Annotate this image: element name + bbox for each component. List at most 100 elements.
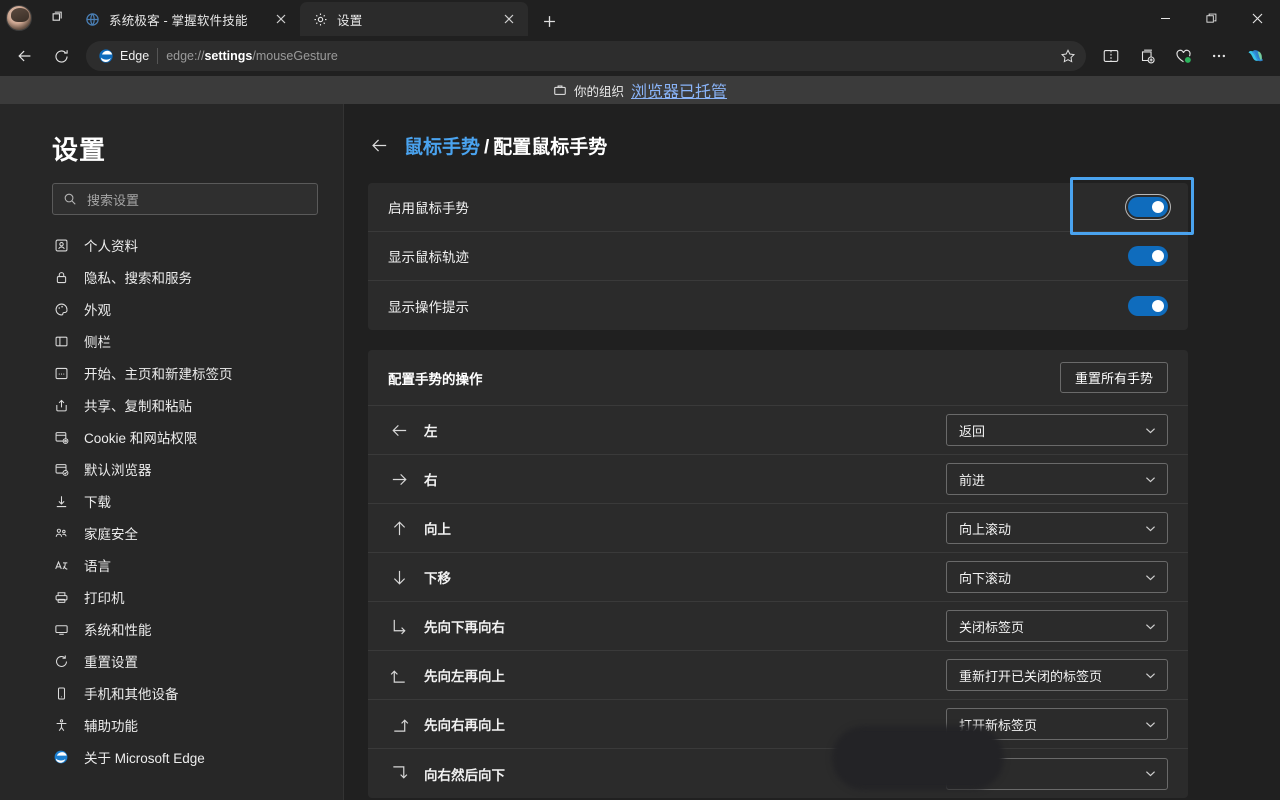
browser-essentials-icon[interactable] <box>1166 40 1200 72</box>
tab-strip: 系统极客 - 掌握软件技能 设置 <box>72 0 1142 36</box>
page-title: 设置 <box>52 135 107 165</box>
selected-action: 前进 <box>959 472 986 488</box>
sidebar-item-privacy[interactable]: 隐私、搜索和服务 <box>0 261 344 293</box>
gesture-action-select-up[interactable]: 向上滚动 <box>946 512 1168 544</box>
reset-all-gestures-button[interactable]: 重置所有手势 <box>1059 362 1168 393</box>
more-options-icon[interactable] <box>1202 40 1236 72</box>
sidebar-item-phone-other-devices[interactable]: 手机和其他设备 <box>0 677 344 709</box>
chevron-down-icon <box>1144 424 1157 437</box>
sidebar-item-default-browser[interactable]: 默认浏览器 <box>0 453 344 485</box>
language-icon <box>52 556 70 574</box>
sidebar-item-start-home-newtab[interactable]: 开始、主页和新建标签页 <box>0 357 344 389</box>
browser-tab-2[interactable]: 设置 <box>300 2 528 36</box>
profile-icon <box>52 236 70 254</box>
gesture-action-select-right[interactable]: 前进 <box>946 463 1168 495</box>
sidebar-item-label: 下载 <box>84 495 111 510</box>
sidebar-item-languages[interactable]: 语言 <box>0 549 344 581</box>
restore-button[interactable] <box>1188 0 1234 36</box>
show-mouse-trail-toggle[interactable] <box>1128 246 1168 266</box>
enable-mouse-gesture-toggle[interactable] <box>1128 197 1168 217</box>
enterprise-banner-link[interactable]: 浏览器已托管 <box>631 78 727 102</box>
sidebar-item-sidebar[interactable]: 侧栏 <box>0 325 344 357</box>
gesture-action-select-left[interactable]: 返回 <box>946 414 1168 446</box>
sidebar-item-cookies[interactable]: Cookie 和网站权限 <box>0 421 344 453</box>
selected-action: 关闭标签页 <box>959 619 1025 635</box>
copilot-icon[interactable] <box>1238 41 1272 71</box>
collections-icon[interactable] <box>1130 40 1164 72</box>
palette-icon <box>52 300 70 318</box>
toggle-row-enable-mouse-gesture[interactable]: 启用鼠标手势 <box>368 177 1194 235</box>
sidebar-item-label: 打印机 <box>84 591 125 606</box>
refresh-icon[interactable] <box>44 40 78 72</box>
back-arrow-icon[interactable] <box>368 135 390 157</box>
sidebar-item-label: 默认浏览器 <box>84 463 152 478</box>
family-icon <box>52 524 70 542</box>
url-path-bold: settings <box>204 49 253 63</box>
sidebar-item-label: 共享、复制和粘贴 <box>84 399 192 414</box>
selected-action: 返回 <box>959 423 986 439</box>
search-input[interactable]: 搜索设置 <box>52 183 318 215</box>
share-icon <box>52 396 70 414</box>
avatar[interactable] <box>6 5 32 31</box>
sidebar-item-label: 隐私、搜索和服务 <box>84 271 192 286</box>
star-icon[interactable] <box>1054 43 1082 69</box>
minimize-button[interactable] <box>1142 0 1188 36</box>
breadcrumb-separator: / <box>484 137 490 158</box>
gesture-row-left: 左 返回 <box>368 406 1188 455</box>
sidebar-item-family-safety[interactable]: 家庭安全 <box>0 517 344 549</box>
sidebar-icon <box>52 332 70 350</box>
mouse-gesture-toggles-card: 启用鼠标手势 显示鼠标轨迹 显示操作提示 <box>368 177 1194 330</box>
edge-brand-badge: Edge <box>96 48 149 64</box>
edge-icon <box>52 748 70 766</box>
printer-icon <box>52 588 70 606</box>
gear-favicon <box>312 11 329 28</box>
sidebar-item-appearance[interactable]: 外观 <box>0 293 344 325</box>
tab-actions-icon[interactable] <box>40 3 72 33</box>
arrow-down-icon <box>388 566 410 588</box>
close-icon[interactable] <box>270 8 292 30</box>
back-arrow-icon[interactable] <box>8 40 42 72</box>
gesture-row-right-then-down: 向右然后向下 刷新 <box>368 749 1188 798</box>
system-icon <box>52 620 70 638</box>
tab-title: 设置 <box>337 13 363 28</box>
sidebar-item-share-copy-paste[interactable]: 共享、复制和粘贴 <box>0 389 344 421</box>
gesture-card-header: 配置手势的操作 重置所有手势 <box>368 350 1188 406</box>
gesture-label: 左 <box>424 424 438 439</box>
settings-main: 鼠标手势 / 配置鼠标手势 启用鼠标手势 显示鼠标轨迹 显示操作提示 配置手势的… <box>344 104 1280 800</box>
sidebar-item-label: 侧栏 <box>84 335 111 350</box>
phone-icon <box>52 684 70 702</box>
chevron-down-icon <box>1144 620 1157 633</box>
toggle-row-show-mouse-trail[interactable]: 显示鼠标轨迹 <box>368 232 1188 281</box>
sidebar-item-label: 外观 <box>84 303 111 318</box>
breadcrumb: 鼠标手势 / 配置鼠标手势 <box>368 132 1248 159</box>
gesture-action-select-down-then-right[interactable]: 关闭标签页 <box>946 610 1168 642</box>
url-tail: /mouseGesture <box>252 49 338 63</box>
gesture-action-select-down[interactable]: 向下滚动 <box>946 561 1168 593</box>
title-bar: 系统极客 - 掌握软件技能 设置 <box>0 0 1280 36</box>
sidebar-item-about-edge[interactable]: 关于 Microsoft Edge <box>0 741 344 773</box>
sidebar-nav: 个人资料 隐私、搜索和服务 外观 侧栏 开始、主页和新建标签页 共享、复制和粘贴… <box>0 229 344 773</box>
chevron-down-icon <box>1144 669 1157 682</box>
sidebar-item-label: 手机和其他设备 <box>84 687 179 702</box>
browser-tab-1[interactable]: 系统极客 - 掌握软件技能 <box>72 2 300 36</box>
gesture-action-select-left-then-up[interactable]: 重新打开已关闭的标签页 <box>946 659 1168 691</box>
sidebar-item-printers[interactable]: 打印机 <box>0 581 344 613</box>
sidebar-item-profile[interactable]: 个人资料 <box>0 229 344 261</box>
arrow-left-up-icon <box>388 664 410 686</box>
show-action-hint-toggle[interactable] <box>1128 295 1168 316</box>
sidebar-item-downloads[interactable]: 下载 <box>0 485 344 517</box>
close-icon[interactable] <box>498 8 520 30</box>
breadcrumb-parent-link[interactable]: 鼠标手势 <box>404 137 480 158</box>
split-screen-icon[interactable] <box>1094 40 1128 72</box>
sidebar-item-reset-settings[interactable]: 重置设置 <box>0 645 344 677</box>
chevron-down-icon <box>1144 522 1157 535</box>
selected-action: 重新打开已关闭的标签页 <box>959 668 1103 684</box>
new-tab-button[interactable] <box>534 6 564 36</box>
sidebar-item-accessibility[interactable]: 辅助功能 <box>0 709 344 741</box>
address-bar[interactable]: Edge edge://settings/mouseGesture <box>86 41 1086 71</box>
close-button[interactable] <box>1234 0 1280 36</box>
accessibility-icon <box>52 716 70 734</box>
toggle-row-show-action-hint[interactable]: 显示操作提示 <box>368 281 1188 330</box>
arrow-right-up-icon <box>388 713 410 735</box>
sidebar-item-system-performance[interactable]: 系统和性能 <box>0 613 344 645</box>
